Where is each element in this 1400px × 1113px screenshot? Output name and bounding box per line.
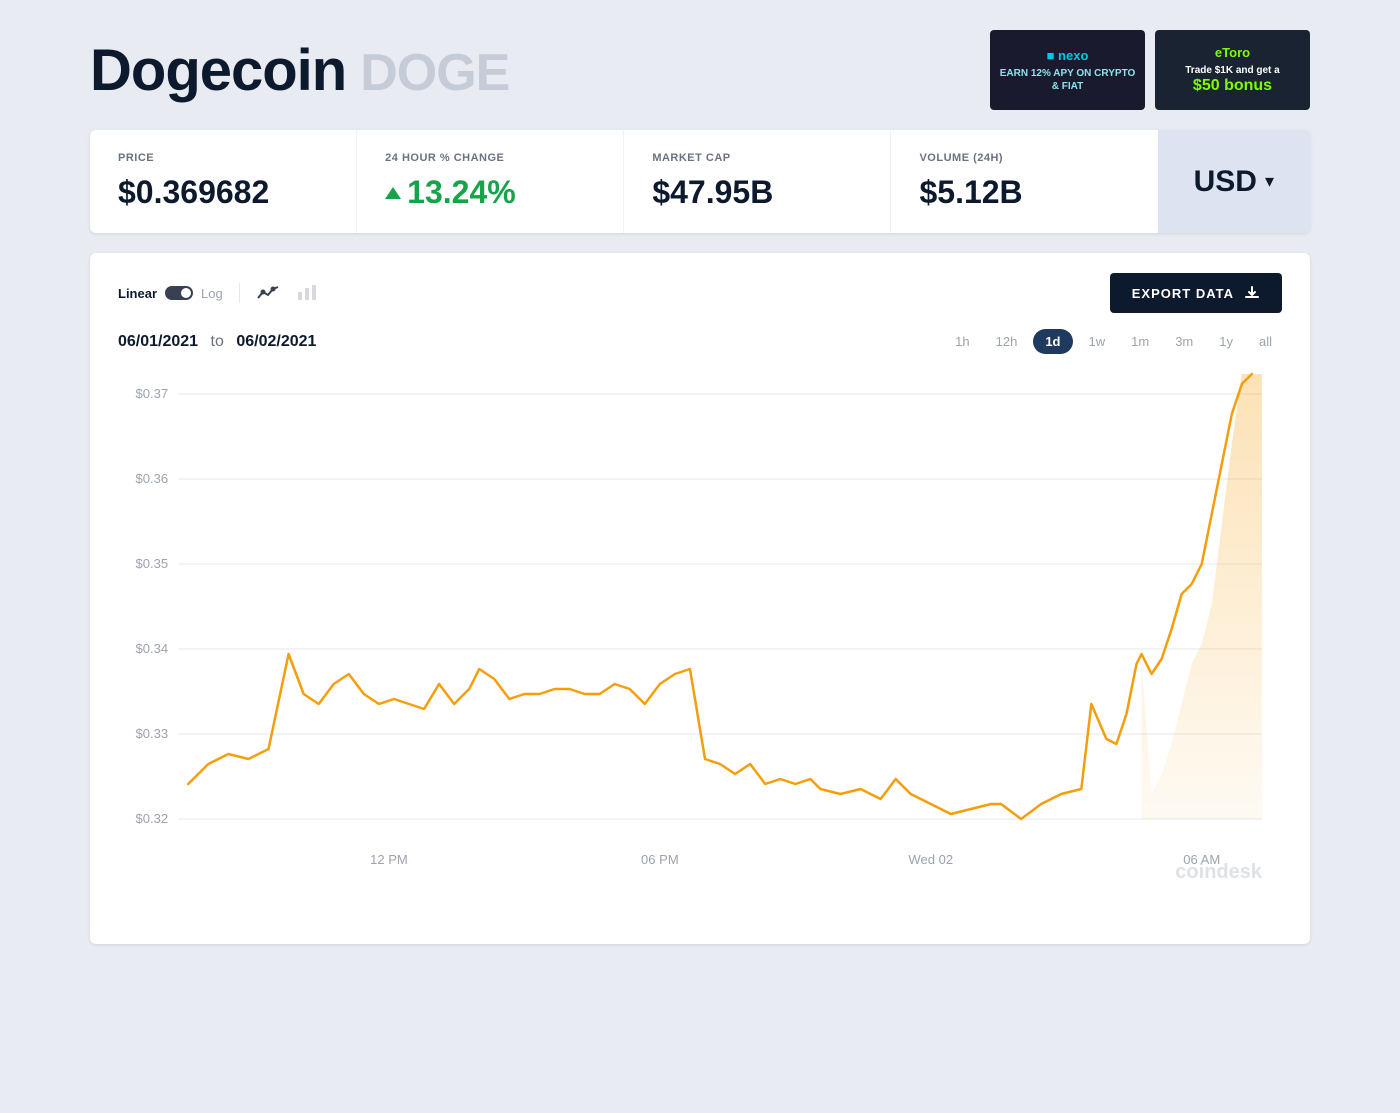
line-chart-icon[interactable] [256,284,280,302]
export-label: EXPORT DATA [1132,286,1234,301]
date-separator: to [211,333,224,350]
linear-log-toggle[interactable]: Linear Log [118,286,223,301]
marketcap-stat: MARKET CAP $47.95B [624,130,891,233]
log-label: Log [201,286,223,301]
currency-dropdown-icon: ▾ [1265,171,1274,192]
price-label: PRICE [118,152,328,164]
export-data-button[interactable]: EXPORT DATA [1110,273,1282,313]
svg-text:$0.34: $0.34 [136,641,169,656]
svg-text:$0.32: $0.32 [136,811,169,826]
svg-text:06 PM: 06 PM [641,852,679,867]
svg-text:$0.33: $0.33 [136,726,169,741]
date-range: 06/01/2021 to 06/02/2021 [118,333,316,351]
time-filter-3m[interactable]: 3m [1165,329,1203,354]
svg-text:$0.35: $0.35 [136,556,169,571]
stats-bar: PRICE $0.369682 24 HOUR % CHANGE 13.24% … [90,130,1310,233]
date-range-row: 06/01/2021 to 06/02/2021 1h 12h 1d 1w 1m… [118,329,1282,354]
time-filters: 1h 12h 1d 1w 1m 3m 1y all [945,329,1282,354]
download-icon [1244,285,1260,301]
volume-value: $5.12B [919,174,1129,211]
coin-name: Dogecoin [90,37,346,104]
linear-label: Linear [118,286,157,301]
coindesk-watermark: coindesk [1175,861,1262,884]
controls-separator [239,283,240,303]
marketcap-value: $47.95B [652,174,862,211]
nexo-ad-text: EARN 12% APY ON CRYPTO & FIAT [998,67,1137,93]
nexo-ad-banner[interactable]: ■ nexo EARN 12% APY ON CRYPTO & FIAT [990,30,1145,110]
page-container: Dogecoin DOGE ■ nexo EARN 12% APY ON CRY… [90,30,1310,944]
price-stat: PRICE $0.369682 [90,130,357,233]
date-from: 06/01/2021 [118,333,198,350]
svg-text:$0.37: $0.37 [136,386,169,401]
coin-title: Dogecoin DOGE [90,37,509,104]
etoro-bonus: $50 bonus [1193,77,1272,95]
currency-text: USD [1194,165,1257,199]
chart-wrapper: $0.37 $0.36 $0.35 $0.34 $0.33 $0.32 [118,364,1282,924]
volume-stat: VOLUME (24H) $5.12B [891,130,1157,233]
nexo-logo: ■ nexo [1047,48,1089,63]
etoro-ad-text: Trade $1K and get a [1185,64,1279,77]
svg-text:Wed 02: Wed 02 [908,852,953,867]
price-chart: $0.37 $0.36 $0.35 $0.34 $0.33 $0.32 [118,364,1282,924]
chart-section: Linear Log [90,253,1310,944]
up-arrow-icon [385,187,401,199]
chart-controls: Linear Log [118,273,1282,313]
time-filter-1h[interactable]: 1h [945,329,979,354]
svg-text:$0.36: $0.36 [136,471,169,486]
linear-log-toggle-switch[interactable] [165,286,193,300]
svg-text:12 PM: 12 PM [370,852,408,867]
currency-selector[interactable]: USD ▾ [1158,130,1310,233]
bar-chart-icon[interactable] [296,284,318,302]
change-stat: 24 HOUR % CHANGE 13.24% [357,130,624,233]
time-filter-1y[interactable]: 1y [1209,329,1243,354]
time-filter-1w[interactable]: 1w [1079,329,1116,354]
time-filter-all[interactable]: all [1249,329,1282,354]
time-filter-12h[interactable]: 12h [986,329,1028,354]
volume-label: VOLUME (24H) [919,152,1129,164]
change-label: 24 HOUR % CHANGE [385,152,595,164]
ad-banners: ■ nexo EARN 12% APY ON CRYPTO & FIAT eTo… [990,30,1310,110]
change-number: 13.24% [407,174,516,211]
chart-type-controls: Linear Log [118,283,318,303]
date-to: 06/02/2021 [236,333,316,350]
time-filter-1d[interactable]: 1d [1033,329,1072,354]
marketcap-label: MARKET CAP [652,152,862,164]
etoro-ad-banner[interactable]: eToro Trade $1K and get a $50 bonus [1155,30,1310,110]
change-value: 13.24% [385,174,595,211]
page-header: Dogecoin DOGE ■ nexo EARN 12% APY ON CRY… [90,30,1310,110]
price-value: $0.369682 [118,174,328,211]
etoro-logo: eToro [1215,45,1250,60]
coin-symbol: DOGE [360,43,509,103]
time-filter-1m[interactable]: 1m [1121,329,1159,354]
